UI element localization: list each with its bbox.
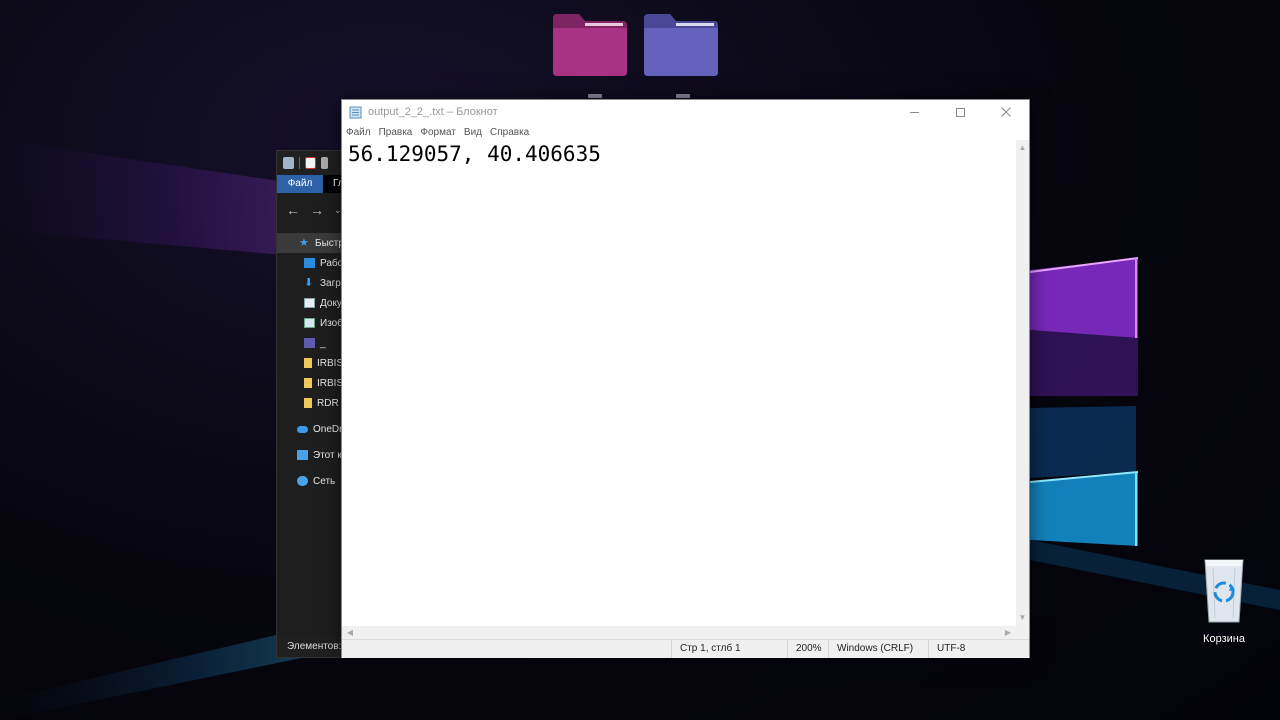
star-icon: ★ bbox=[299, 237, 309, 249]
folder-icon bbox=[304, 398, 312, 408]
properties-icon[interactable] bbox=[283, 157, 294, 169]
image-icon bbox=[304, 318, 315, 328]
recycle-bin-label: Корзина bbox=[1203, 633, 1245, 645]
nav-item-label: Быстр bbox=[315, 237, 344, 249]
status-encoding: UTF-8 bbox=[928, 640, 1028, 658]
vertical-scrollbar[interactable]: ▲ ▼ bbox=[1016, 140, 1029, 626]
nav-item-label: Этот к bbox=[313, 449, 342, 461]
nav-item-label: Загр bbox=[320, 277, 341, 289]
download-icon: ⬇ bbox=[304, 277, 314, 289]
new-folder-icon[interactable] bbox=[321, 157, 328, 169]
minimize-button[interactable] bbox=[891, 100, 937, 124]
forward-arrow-icon[interactable]: → bbox=[310, 202, 324, 218]
title-bar[interactable]: output_2_2_.txt – Блокнот bbox=[342, 100, 1029, 124]
desktop-folder-label bbox=[588, 94, 602, 98]
window-title: output_2_2_.txt – Блокнот bbox=[368, 106, 498, 118]
menu-bar: Файл Правка Формат Вид Справка bbox=[342, 124, 1029, 140]
nav-item-label: Сеть bbox=[313, 475, 336, 487]
nav-item-label: OneDr bbox=[313, 423, 343, 435]
scroll-right-arrow-icon[interactable]: ▶ bbox=[1002, 626, 1014, 639]
nav-item-label: IRBIS bbox=[317, 357, 344, 369]
desktop-folder-label bbox=[676, 94, 690, 98]
window-controls bbox=[891, 100, 1029, 124]
status-bar: Стр 1, стлб 1 200% Windows (CRLF) UTF-8 bbox=[342, 639, 1029, 658]
menu-format[interactable]: Формат bbox=[420, 127, 456, 138]
menu-edit[interactable]: Правка bbox=[379, 127, 413, 138]
folder-icon bbox=[553, 14, 627, 76]
minimize-icon bbox=[909, 111, 919, 113]
tab-file[interactable]: Файл bbox=[277, 175, 323, 193]
notepad-icon bbox=[349, 106, 362, 118]
cloud-icon bbox=[297, 425, 308, 433]
scroll-down-arrow-icon[interactable]: ▼ bbox=[1016, 612, 1029, 624]
recycle-bin[interactable]: Корзина bbox=[1188, 552, 1260, 645]
desktop-folder-icon[interactable] bbox=[642, 12, 720, 78]
scroll-left-arrow-icon[interactable]: ◀ bbox=[344, 626, 356, 639]
computer-icon bbox=[297, 450, 308, 460]
desktop-folder-icon[interactable] bbox=[551, 12, 629, 78]
nav-item-label: Изоб bbox=[320, 317, 343, 329]
menu-help[interactable]: Справка bbox=[490, 127, 529, 138]
notepad-window[interactable]: output_2_2_.txt – Блокнот Файл Правка Фо… bbox=[341, 99, 1030, 658]
folder-icon bbox=[644, 14, 718, 76]
close-button[interactable] bbox=[983, 100, 1029, 124]
folder-icon bbox=[304, 378, 312, 388]
scroll-up-arrow-icon[interactable]: ▲ bbox=[1016, 142, 1029, 154]
nav-item-label: RDR bbox=[317, 397, 339, 409]
recycle-bin-icon bbox=[1204, 559, 1244, 623]
folder-icon bbox=[304, 358, 312, 368]
status-cursor-position: Стр 1, стлб 1 bbox=[671, 640, 787, 658]
document-icon bbox=[304, 298, 315, 308]
maximize-button[interactable] bbox=[937, 100, 983, 124]
horizontal-scrollbar[interactable]: ◀ ▶ bbox=[342, 626, 1016, 639]
checkmark-icon[interactable] bbox=[305, 157, 316, 169]
nav-item-label: IRBIS bbox=[317, 377, 344, 389]
status-line-endings: Windows (CRLF) bbox=[828, 640, 928, 658]
status-zoom: 200% bbox=[787, 640, 828, 658]
scrollbar-corner bbox=[1016, 626, 1029, 639]
editor-content[interactable]: 56.129057, 40.406635 bbox=[348, 142, 601, 166]
close-icon bbox=[1001, 107, 1011, 117]
folder-icon bbox=[304, 338, 315, 348]
network-icon bbox=[297, 476, 308, 486]
maximize-icon bbox=[955, 107, 965, 117]
toolbar-divider bbox=[299, 157, 300, 169]
menu-view[interactable]: Вид bbox=[464, 127, 482, 138]
nav-item-label: _ bbox=[320, 337, 326, 349]
text-editor[interactable]: 56.129057, 40.406635 bbox=[342, 140, 1029, 626]
nav-item-label: Рабо bbox=[320, 257, 344, 269]
menu-file[interactable]: Файл bbox=[346, 127, 371, 138]
nav-item-label: Доку bbox=[320, 297, 342, 309]
back-arrow-icon[interactable]: ← bbox=[286, 202, 300, 218]
desktop-icon bbox=[304, 258, 315, 268]
